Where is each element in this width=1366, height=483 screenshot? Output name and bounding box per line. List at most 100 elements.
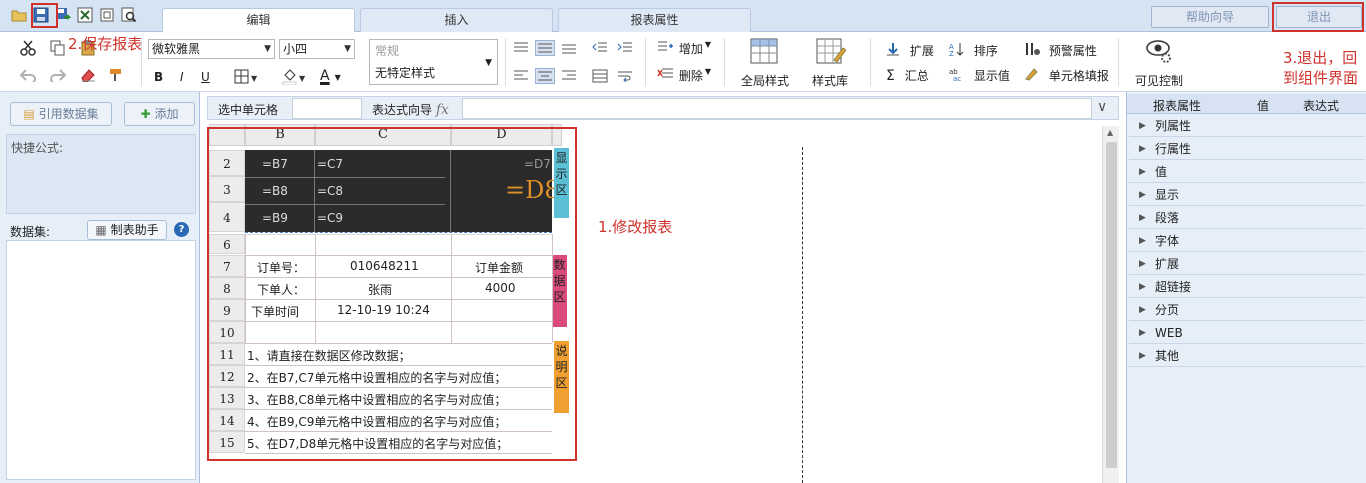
vertical-scrollbar[interactable]: ▲ bbox=[1102, 126, 1119, 483]
bold-button[interactable]: B bbox=[154, 70, 163, 84]
border-icon[interactable]: ▼ bbox=[234, 69, 260, 88]
style-library-icon[interactable] bbox=[816, 38, 847, 66]
scroll-thumb[interactable] bbox=[1106, 142, 1117, 468]
prop-font[interactable]: ▶ 字体 bbox=[1129, 232, 1365, 252]
dataset-list[interactable] bbox=[6, 240, 196, 480]
preview-icon[interactable] bbox=[120, 6, 138, 24]
left-panel: ▤ 引用数据集 ✚ 添加 快捷公式: 数据集: ▦ 制表助手 ? bbox=[0, 92, 200, 483]
font-color-button[interactable]: A ▼ bbox=[320, 68, 341, 84]
quick-formula-area[interactable]: 快捷公式: bbox=[6, 134, 196, 214]
formula-input[interactable] bbox=[462, 98, 1092, 119]
global-style-icon[interactable] bbox=[750, 38, 780, 66]
summary-button[interactable]: Σ 汇总 bbox=[886, 67, 929, 84]
open-folder-icon[interactable] bbox=[10, 6, 28, 24]
chevron-down-icon[interactable]: ∨ bbox=[1097, 99, 1107, 115]
fit-screen-icon[interactable] bbox=[98, 6, 116, 24]
align-top-icon[interactable] bbox=[513, 42, 529, 57]
expand-triangle-icon: ▶ bbox=[1139, 282, 1146, 292]
cell-style-select[interactable]: 常规 无特定样式 ▼ bbox=[369, 39, 498, 85]
expand-triangle-icon: ▶ bbox=[1139, 351, 1146, 361]
prop-paging[interactable]: ▶ 分页 bbox=[1129, 301, 1365, 321]
expand-triangle-icon: ▶ bbox=[1139, 167, 1146, 177]
expand-triangle-icon: ▶ bbox=[1139, 144, 1146, 154]
indent-increase-icon[interactable] bbox=[617, 42, 633, 57]
prop-row[interactable]: ▶ 行属性 bbox=[1129, 140, 1365, 160]
alert-props-button[interactable]: 预警属性 bbox=[1024, 42, 1097, 59]
align-bottom-icon[interactable] bbox=[561, 42, 577, 57]
merge-cells-icon[interactable] bbox=[592, 69, 608, 86]
copy-icon[interactable] bbox=[50, 40, 66, 59]
help-icon[interactable]: ? bbox=[174, 222, 189, 237]
expand-button[interactable]: 扩展 bbox=[886, 42, 934, 59]
expand-triangle-icon: ▶ bbox=[1139, 190, 1146, 200]
dataset-icon: ▤ bbox=[23, 107, 35, 121]
formula-bar: 选中单元格 表达式向导 fx ∨ bbox=[207, 96, 1119, 120]
divider bbox=[1118, 38, 1119, 86]
divider bbox=[645, 38, 646, 86]
divider bbox=[141, 38, 142, 86]
prop-column[interactable]: ▶ 列属性 bbox=[1129, 117, 1365, 137]
plus-icon: ✚ bbox=[140, 107, 151, 121]
ribbon: 2.保存报表 微软雅黑 ▼ 小四 ▼ B I U ▼ ▼ A ▼ 常规 无特定样式 ▼… bbox=[0, 32, 1366, 92]
chevron-down-icon: ▼ bbox=[485, 58, 492, 68]
cell-fill-button[interactable]: 单元格填报 bbox=[1024, 67, 1109, 84]
indent-decrease-icon[interactable] bbox=[592, 42, 608, 57]
export-excel-icon[interactable] bbox=[76, 6, 94, 24]
undo-icon[interactable] bbox=[19, 68, 36, 85]
expand-triangle-icon: ▶ bbox=[1139, 328, 1146, 338]
format-painter-icon[interactable] bbox=[108, 68, 124, 85]
add-button[interactable]: ✚ 添加 bbox=[124, 102, 195, 126]
quick-access-toolbar bbox=[10, 6, 138, 24]
divider bbox=[724, 38, 725, 86]
prop-web[interactable]: ▶ WEB bbox=[1129, 324, 1365, 344]
prop-other[interactable]: ▶ 其他 bbox=[1129, 347, 1365, 367]
add-row-button[interactable]: 增加 ▼ bbox=[657, 40, 711, 57]
ref-dataset-button[interactable]: ▤ 引用数据集 bbox=[10, 102, 112, 126]
expand-triangle-icon: ▶ bbox=[1139, 305, 1146, 315]
align-right-icon[interactable] bbox=[561, 70, 577, 85]
global-style-label: 全局样式 bbox=[741, 74, 790, 88]
dataset-label: 数据集: bbox=[10, 225, 51, 239]
divider bbox=[505, 38, 506, 86]
save-annotation: 2.保存报表 bbox=[68, 35, 143, 53]
tab-insert[interactable]: 插入 bbox=[360, 8, 553, 32]
visible-control-label: 可见控制 bbox=[1135, 74, 1184, 88]
wrap-text-icon[interactable] bbox=[617, 70, 633, 85]
wizard-button[interactable]: ▦ 制表助手 bbox=[87, 220, 167, 240]
help-wizard-button[interactable]: 帮助向导 bbox=[1151, 6, 1269, 28]
selected-cell-input[interactable] bbox=[292, 98, 362, 119]
exit-annotation-line2: 到组件界面 bbox=[1283, 69, 1359, 87]
save-highlight-box bbox=[31, 3, 58, 28]
align-middle-icon[interactable] bbox=[535, 40, 555, 56]
font-size-select[interactable]: 小四 ▼ bbox=[279, 39, 355, 59]
redo-icon[interactable] bbox=[50, 68, 67, 85]
fill-color-icon[interactable]: ▼ bbox=[282, 69, 308, 88]
tab-edit[interactable]: 编辑 bbox=[162, 8, 355, 33]
expand-triangle-icon: ▶ bbox=[1139, 236, 1146, 246]
svg-text:▼: ▼ bbox=[251, 74, 258, 83]
eraser-icon[interactable] bbox=[80, 68, 96, 85]
prop-value[interactable]: ▶ 值 bbox=[1129, 163, 1365, 183]
sort-button[interactable]: AZ 排序 bbox=[949, 42, 998, 59]
prop-hyperlink[interactable]: ▶ 超链接 bbox=[1129, 278, 1365, 298]
prop-display[interactable]: ▶ 显示 bbox=[1129, 186, 1365, 206]
tab-report-props[interactable]: 报表属性 bbox=[558, 8, 751, 32]
visibility-eye-icon[interactable] bbox=[1145, 38, 1175, 66]
expand-triangle-icon: ▶ bbox=[1139, 259, 1146, 269]
font-family-select[interactable]: 微软雅黑 ▼ bbox=[148, 39, 275, 59]
align-center-icon[interactable] bbox=[535, 68, 555, 84]
prop-expand[interactable]: ▶ 扩展 bbox=[1129, 255, 1365, 275]
prop-paragraph[interactable]: ▶ 段落 bbox=[1129, 209, 1365, 229]
expand-triangle-icon: ▶ bbox=[1139, 213, 1146, 223]
underline-button[interactable]: U bbox=[201, 70, 210, 84]
svg-text:Z: Z bbox=[949, 50, 954, 56]
delete-row-button[interactable]: 删除 ▼ bbox=[657, 67, 711, 84]
align-left-icon[interactable] bbox=[513, 70, 529, 85]
expr-wizard-button[interactable]: 表达式向导 fx bbox=[372, 101, 449, 118]
right-panel: 报表属性 值 表达式 ▶ 列属性 ▶ 行属性 ▶ 值 ▶ 显示 ▶ 段落 ▶ 字体 ▶ 扩展 … bbox=[1126, 92, 1366, 483]
italic-button[interactable]: I bbox=[180, 70, 184, 84]
scroll-up-icon[interactable]: ▲ bbox=[1107, 128, 1113, 137]
cut-icon[interactable] bbox=[20, 40, 36, 59]
sheet-area: B C D 2 3 4 6 7 8 9 10 11 12 13 14 15 =B… bbox=[207, 122, 1119, 483]
show-value-button[interactable]: ab ac 显示值 bbox=[949, 67, 1010, 84]
